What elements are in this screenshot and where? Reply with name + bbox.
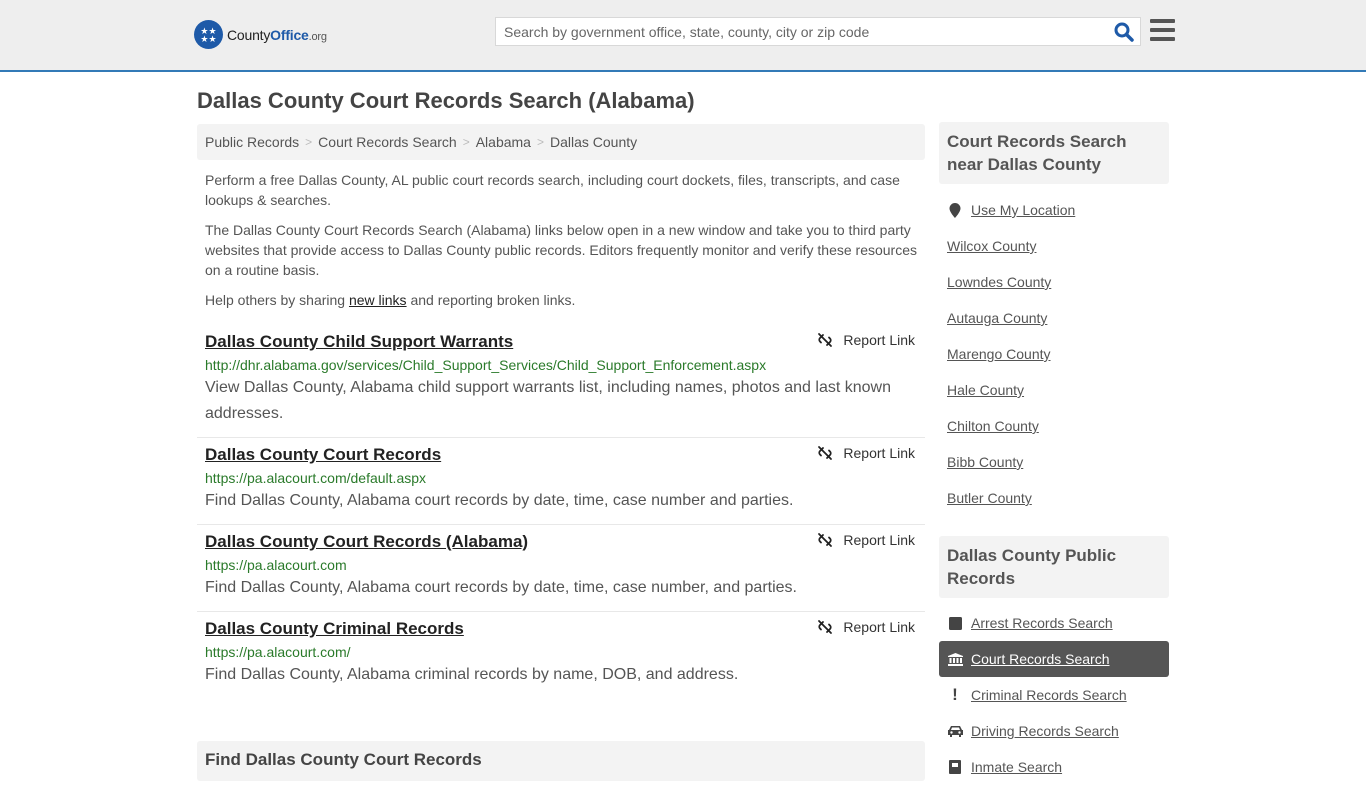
- nearby-county-list: Use My Location Wilcox County Lowndes Co…: [939, 184, 1169, 516]
- link-title[interactable]: Dallas County Child Support Warrants: [205, 331, 513, 353]
- nearby-county-item[interactable]: Chilton County: [939, 408, 1169, 444]
- sidebar-item-arrest-records[interactable]: Arrest Records Search: [939, 605, 1169, 641]
- breadcrumb-separator: >: [305, 135, 313, 149]
- report-link-button[interactable]: Report Link: [817, 445, 915, 461]
- nearby-county-item[interactable]: Autauga County: [939, 300, 1169, 336]
- link-description: Find Dallas County, Alabama court record…: [205, 579, 797, 596]
- report-link-button[interactable]: Report Link: [817, 532, 915, 548]
- breadcrumb-dallas-county[interactable]: Dallas County: [550, 134, 637, 150]
- nearby-county-item[interactable]: Wilcox County: [939, 228, 1169, 264]
- sidebar-item-court-records[interactable]: Court Records Search: [939, 641, 1169, 677]
- intro-paragraph-2: The Dallas County Court Records Search (…: [205, 222, 918, 278]
- broken-link-icon: [818, 533, 833, 547]
- logo-eagle-icon: ★★ ★★: [194, 20, 223, 49]
- intro-paragraph-3: Help others by sharing new links and rep…: [205, 292, 576, 308]
- use-my-location-link[interactable]: Use My Location: [971, 202, 1075, 218]
- intro-paragraph-1: Perform a free Dallas County, AL public …: [205, 172, 900, 208]
- use-my-location-item[interactable]: Use My Location: [939, 192, 1169, 228]
- map-pin-icon: [947, 202, 963, 218]
- broken-link-icon: [818, 446, 833, 460]
- record-links-list: Dallas County Child Support Warrants Rep…: [197, 325, 925, 698]
- search-input[interactable]: [496, 18, 1106, 45]
- breadcrumb-alabama[interactable]: Alabama: [476, 134, 531, 150]
- intro-text: Perform a free Dallas County, AL public …: [205, 170, 923, 320]
- site-header: ★★ ★★ CountyOffice.org: [0, 0, 1366, 72]
- site-logo[interactable]: ★★ ★★ CountyOffice.org: [194, 20, 327, 49]
- list-item: Dallas County Child Support Warrants Rep…: [197, 325, 925, 438]
- hamburger-menu-icon[interactable]: [1150, 19, 1175, 41]
- link-url: https://pa.alacourt.com/: [205, 644, 351, 660]
- nearby-county-item[interactable]: Lowndes County: [939, 264, 1169, 300]
- find-records-section: Find Dallas County Court Records: [197, 741, 925, 781]
- exclamation-icon: !: [952, 685, 958, 704]
- breadcrumb-separator: >: [462, 135, 470, 149]
- broken-link-icon: [818, 333, 833, 347]
- nearby-county-item[interactable]: Bibb County: [939, 444, 1169, 480]
- breadcrumb-separator: >: [536, 135, 544, 149]
- link-url: http://dhr.alabama.gov/services/Child_Su…: [205, 357, 767, 373]
- breadcrumb: Public Records > Court Records Search > …: [197, 124, 925, 160]
- sidebar-item-inmate-search[interactable]: Inmate Search: [939, 749, 1169, 785]
- sidebar-public-records: Dallas County Public Records Arrest Reco…: [939, 536, 1169, 775]
- list-item: Dallas County Criminal Records Report Li…: [197, 612, 925, 698]
- report-link-button[interactable]: Report Link: [817, 619, 915, 635]
- broken-link-icon: [818, 620, 833, 634]
- link-description: View Dallas County, Alabama child suppor…: [205, 379, 891, 422]
- link-title[interactable]: Dallas County Court Records: [205, 444, 441, 466]
- nearby-county-item[interactable]: Butler County: [939, 480, 1169, 516]
- link-description: Find Dallas County, Alabama court record…: [205, 492, 794, 509]
- nearby-county-item[interactable]: Hale County: [939, 372, 1169, 408]
- link-title[interactable]: Dallas County Court Records (Alabama): [205, 531, 528, 553]
- link-url: https://pa.alacourt.com/default.aspx: [205, 470, 427, 486]
- find-records-heading: Find Dallas County Court Records: [205, 750, 482, 769]
- search-icon[interactable]: [1114, 22, 1134, 42]
- list-item: Dallas County Court Records Report Link …: [197, 438, 925, 525]
- courthouse-icon: [947, 652, 963, 666]
- link-title[interactable]: Dallas County Criminal Records: [205, 618, 464, 640]
- breadcrumb-court-records-search[interactable]: Court Records Search: [318, 134, 457, 150]
- square-icon: [947, 616, 963, 630]
- logo-text: CountyOffice.org: [227, 26, 327, 43]
- car-icon: [947, 725, 963, 737]
- sidebar-nearby-heading: Court Records Search near Dallas County: [939, 122, 1169, 184]
- link-url: https://pa.alacourt.com: [205, 557, 347, 573]
- list-item: Dallas County Court Records (Alabama) Re…: [197, 525, 925, 612]
- new-links-link[interactable]: new links: [349, 292, 407, 308]
- report-link-button[interactable]: Report Link: [817, 332, 915, 348]
- nearby-county-item[interactable]: Marengo County: [939, 336, 1169, 372]
- inmate-icon: [947, 760, 963, 774]
- public-records-list: Arrest Records Search Court Records Sear…: [939, 536, 1169, 785]
- sidebar-item-criminal-records[interactable]: ! Criminal Records Search: [939, 677, 1169, 713]
- sidebar-item-driving-records[interactable]: Driving Records Search: [939, 713, 1169, 749]
- page-title: Dallas County Court Records Search (Alab…: [197, 88, 695, 113]
- sidebar-nearby: Court Records Search near Dallas County …: [939, 122, 1169, 516]
- link-description: Find Dallas County, Alabama criminal rec…: [205, 666, 739, 683]
- search-box: [495, 17, 1141, 46]
- breadcrumb-public-records[interactable]: Public Records: [205, 134, 299, 150]
